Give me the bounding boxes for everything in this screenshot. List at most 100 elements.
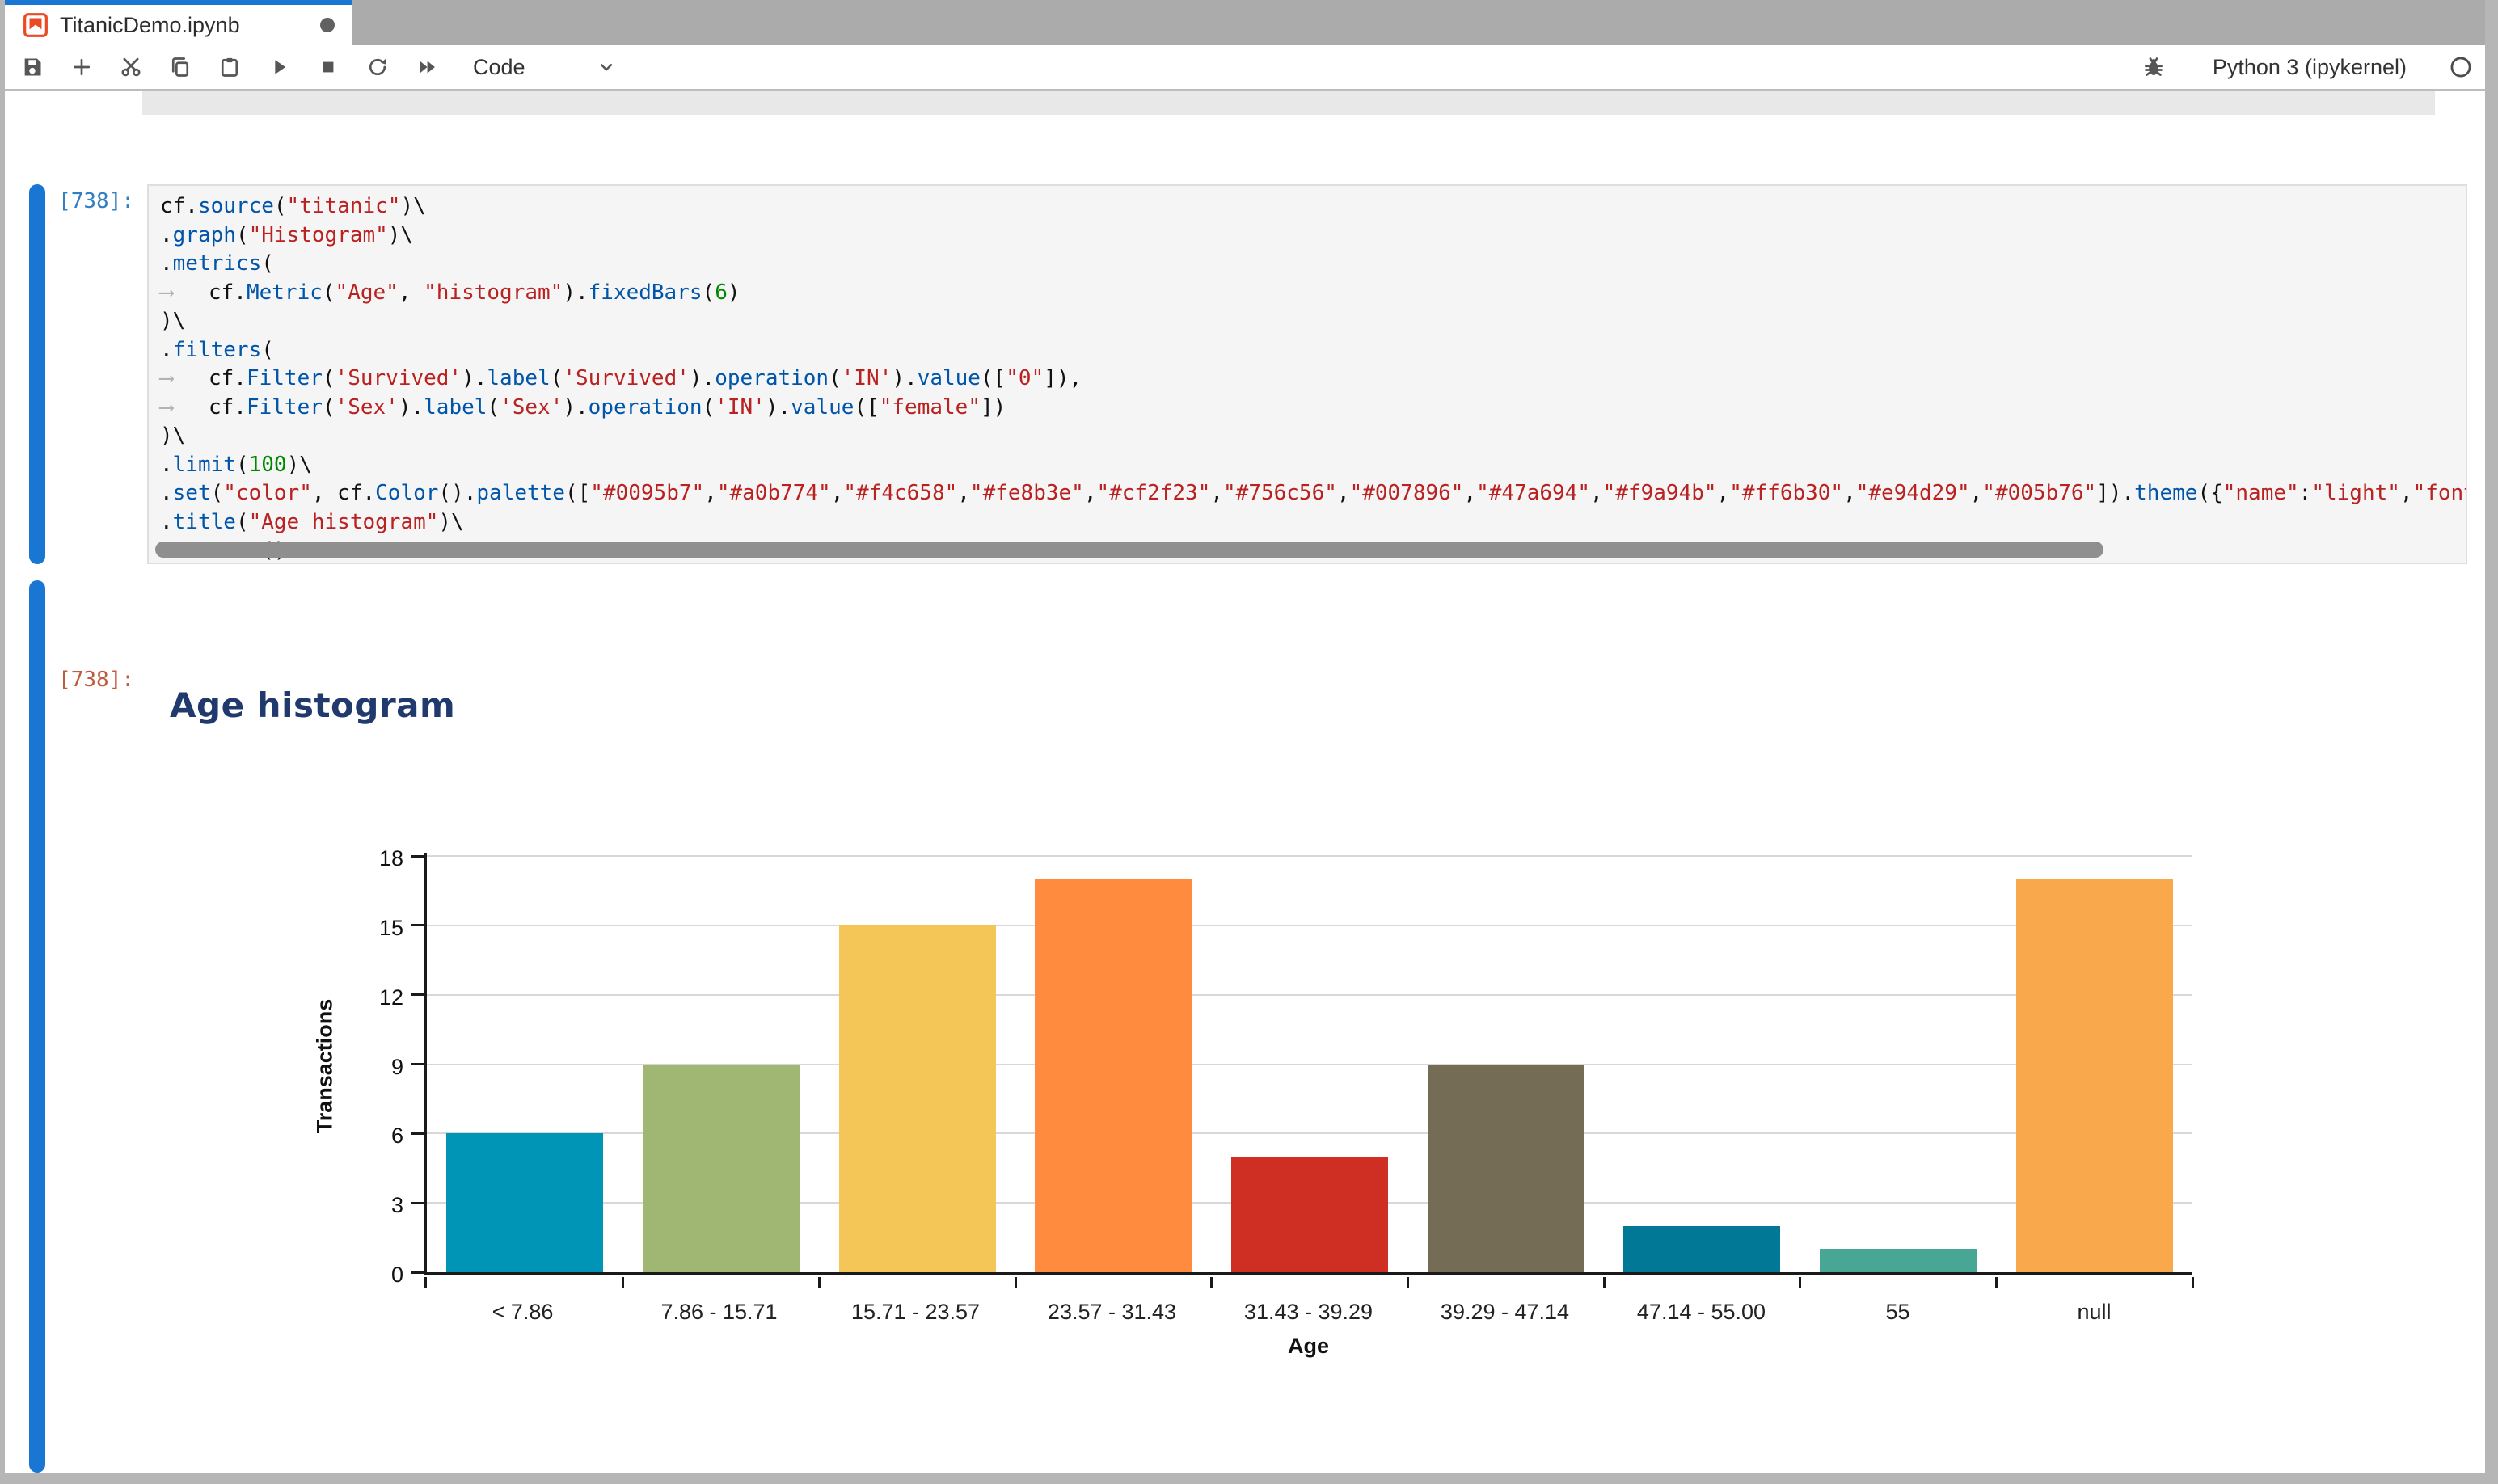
x-axis-tick <box>1799 1277 1801 1288</box>
y-axis-tick <box>411 1132 424 1135</box>
code-line: )\ <box>160 422 2466 451</box>
bar-slot <box>1800 858 1997 1272</box>
code-line: .metrics( <box>160 250 2466 279</box>
code-line: .graph("Histogram")\ <box>160 221 2466 251</box>
y-axis-tick <box>411 924 424 926</box>
unsaved-changes-dot <box>320 18 335 32</box>
paste-cells-button[interactable] <box>218 56 241 78</box>
bar-slot <box>1015 858 1212 1272</box>
code-line: )\ <box>160 307 2466 336</box>
bar-55[interactable] <box>1820 1249 1977 1272</box>
code-line: .limit(100)\ <box>160 451 2466 480</box>
y-axis-tick-label: 12 <box>379 984 403 1010</box>
cut-cells-button[interactable] <box>120 56 142 78</box>
notebook-toolbar: Code Python 3 (ipykernel) <box>5 45 2485 91</box>
x-axis-tick-label: 23.57 - 31.43 <box>1014 1300 1210 1325</box>
run-all-cells-button[interactable] <box>416 56 438 78</box>
debugger-toggle[interactable] <box>2142 56 2165 78</box>
bar-slot <box>1996 858 2192 1272</box>
kernel-idle-circle-icon <box>2449 56 2472 78</box>
chevron-down-icon <box>596 57 617 78</box>
bar-slot <box>819 858 1015 1272</box>
output-prompt: [738]: <box>13 666 134 694</box>
bar-7.86 - 15.71[interactable] <box>643 1065 800 1273</box>
bar-slot <box>1212 858 1408 1272</box>
y-axis-tick <box>411 1063 424 1065</box>
tab-title: TitanicDemo.ipynb <box>60 13 240 38</box>
kernel-name-button[interactable]: Python 3 (ipykernel) <box>2213 55 2407 80</box>
bar-39.29 - 47.14[interactable] <box>1428 1065 1584 1273</box>
bar-slot <box>1604 858 1800 1272</box>
copy-cells-button[interactable] <box>169 56 192 78</box>
code-line: .title("Age histogram")\ <box>160 508 2466 538</box>
stop-icon <box>317 56 340 78</box>
bar-slot <box>623 858 820 1272</box>
output-collapser[interactable] <box>29 580 45 1473</box>
bug-icon <box>2142 56 2165 78</box>
x-axis-tick <box>1210 1277 1213 1288</box>
window-frame: TitanicDemo.ipynb <box>0 0 2498 1484</box>
code-line: .filters( <box>160 336 2466 365</box>
gridline <box>427 855 2192 857</box>
chart-title: Age histogram <box>170 685 455 725</box>
run-cell-button[interactable] <box>268 56 290 78</box>
x-axis-ticks <box>427 1277 2192 1288</box>
y-axis-tick-label: 18 <box>379 845 403 871</box>
kernel-status-indicator[interactable] <box>2449 56 2472 78</box>
x-axis-tick-label: null <box>1996 1300 2192 1325</box>
tab-titanicdemo[interactable]: TitanicDemo.ipynb <box>5 0 352 45</box>
notebook-icon <box>23 12 49 38</box>
x-axis-tick <box>1603 1277 1606 1288</box>
paste-icon <box>218 56 241 78</box>
code-line: ⟶cf.Metric("Age", "histogram").fixedBars… <box>160 279 2466 308</box>
interrupt-kernel-button[interactable] <box>317 56 340 78</box>
cell-type-label: Code <box>473 55 525 80</box>
bar-15.71 - 23.57[interactable] <box>839 925 996 1272</box>
bar-31.43 - 39.29[interactable] <box>1231 1157 1388 1272</box>
x-axis-tick <box>1015 1277 1017 1288</box>
run-all-icon <box>416 56 438 78</box>
bar-slot <box>427 858 623 1272</box>
code-line: cf.source("titanic")\ <box>160 192 2466 221</box>
y-axis-tick-label: 9 <box>391 1054 403 1080</box>
code-line: .set("color", cf.Color().palette(["#0095… <box>160 479 2466 508</box>
previous-cell-sliver <box>142 91 2435 115</box>
tab-bar: TitanicDemo.ipynb <box>5 0 2485 45</box>
save-button[interactable] <box>21 56 44 78</box>
x-axis-tick <box>2192 1277 2194 1288</box>
x-axis-tick <box>818 1277 821 1288</box>
bar-slot <box>1407 858 1604 1272</box>
x-axis-tick-label: 15.71 - 23.57 <box>817 1300 1014 1325</box>
restart-kernel-icon <box>366 56 389 78</box>
bar-< 7.86[interactable] <box>446 1133 603 1272</box>
plot-area <box>424 858 2192 1275</box>
x-axis-tick-label: 47.14 - 55.00 <box>1603 1300 1800 1325</box>
y-axis-tick <box>411 1202 424 1204</box>
add-cell-button[interactable] <box>70 56 93 78</box>
cell-type-dropdown[interactable]: Code <box>473 55 617 80</box>
x-axis-tick <box>1407 1277 1409 1288</box>
y-axis-tick <box>411 993 424 996</box>
y-axis-tick-label: 15 <box>379 915 403 941</box>
x-axis-tick-label: 31.43 - 39.29 <box>1210 1300 1407 1325</box>
horizontal-scrollbar-thumb[interactable] <box>155 542 2103 558</box>
bar-23.57 - 31.43[interactable] <box>1035 879 1192 1272</box>
restart-kernel-button[interactable] <box>366 56 389 78</box>
code-line: ⟶cf.Filter('Survived').label('Survived')… <box>160 365 2466 394</box>
copy-icon <box>169 56 192 78</box>
y-axis-tick-label: 6 <box>391 1123 403 1149</box>
input-collapser[interactable] <box>29 184 45 564</box>
x-axis-tick-label: 7.86 - 15.71 <box>621 1300 817 1325</box>
x-axis-tick <box>1995 1277 1998 1288</box>
y-axis-extension-top <box>424 853 427 858</box>
input-prompt: [738]: <box>13 188 134 216</box>
save-icon <box>21 56 44 78</box>
bar-null[interactable] <box>2016 879 2173 1272</box>
y-axis-tick-label: 0 <box>391 1262 403 1288</box>
code-line: ⟶cf.Filter('Sex').label('Sex').operation… <box>160 394 2466 423</box>
y-axis-tick-labels: 0369121518 <box>287 858 408 1275</box>
x-axis-tick-labels: < 7.867.86 - 15.7115.71 - 23.5723.57 - 3… <box>424 1300 2192 1325</box>
code-editor[interactable]: cf.source("titanic")\.graph("Histogram")… <box>147 184 2467 564</box>
bar-47.14 - 55.00[interactable] <box>1623 1226 1780 1272</box>
cut-icon <box>120 56 142 78</box>
